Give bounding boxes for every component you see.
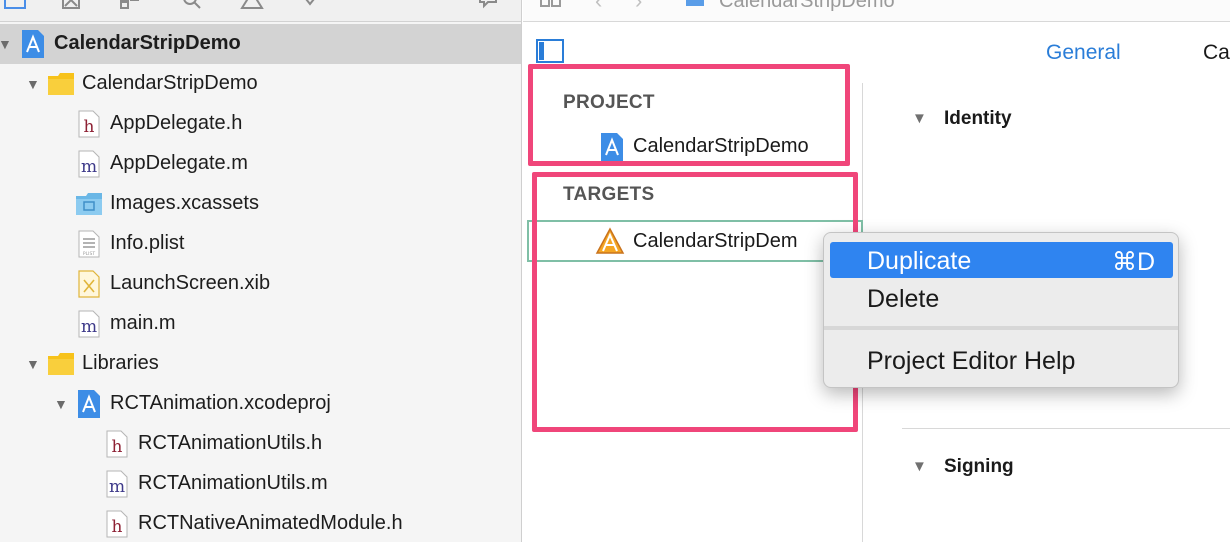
targets-highlight-box [532,172,858,432]
folder-file-icon [48,70,74,98]
navigator-item-label: Info.plist [110,232,185,254]
forward-icon[interactable]: › [635,0,642,14]
tab-capabilities[interactable]: Ca [1203,41,1230,65]
navigator-item-label: AppDelegate.m [110,152,248,174]
navigator-item[interactable]: Images.xcassets [0,184,521,224]
folder-navigator-icon[interactable] [4,0,28,10]
menu-item-duplicate-shortcut: ⌘D [1111,248,1155,276]
navigator-item-label: CalendarStripDemo [54,32,241,54]
navigator-item-label: main.m [110,312,176,334]
svg-text:h: h [112,437,123,457]
navigator-item[interactable]: LaunchScreen.xib [0,264,521,304]
navigator-item[interactable]: h AppDelegate.h [0,104,521,144]
related-items-icon[interactable] [539,0,563,10]
navigator-item[interactable]: ▼ Libraries [0,344,521,384]
issue-navigator-icon[interactable] [240,0,264,10]
navigator-item-label: Libraries [82,352,159,374]
folder-file-icon [48,350,74,378]
navigator-item[interactable]: h RCTNativeAnimatedModule.h [0,504,521,542]
h-file-icon: h [76,110,102,138]
navigator-item[interactable]: m AppDelegate.m [0,144,521,184]
navigator-item[interactable]: ▼ RCTAnimation.xcodeproj [0,384,521,424]
svg-text:m: m [109,477,125,497]
svg-text:h: h [84,117,95,137]
find-navigator-icon[interactable] [180,0,204,10]
identity-disclosure-icon[interactable]: ▼ [912,110,927,127]
navigator-item-label: AppDelegate.h [110,112,243,134]
svg-text:m: m [81,157,97,177]
navigator-item[interactable]: PLIST Info.plist [0,224,521,264]
menu-item-help-label: Project Editor Help [867,347,1076,375]
project-file-icon [76,390,102,418]
navigator-item-label: LaunchScreen.xib [110,272,271,294]
h-file-icon: h [104,510,130,538]
report-navigator-icon[interactable] [476,0,500,10]
m-file-icon: m [76,150,102,178]
plist-file-icon: PLIST [76,230,102,258]
project-file-icon [20,30,46,58]
m-file-icon: m [76,310,102,338]
test-navigator-icon[interactable] [298,0,322,10]
menu-item-duplicate-label: Duplicate [867,247,972,275]
svg-text:m: m [81,317,97,337]
signing-section-header[interactable]: Signing [944,456,1014,478]
menu-item-delete-label: Delete [867,285,940,313]
project-file-icon [686,0,704,6]
m-file-icon: m [104,470,130,498]
jump-bar-path[interactable]: CalendarStripDemo [719,0,895,13]
show-targets-sidebar-icon[interactable] [535,38,565,64]
navigator-item-label: RCTAnimationUtils.h [138,432,323,454]
project-navigator: ▼ CalendarStripDemo ▼ CalendarStripDemo h App… [0,0,522,542]
navigator-item-label: Images.xcassets [110,192,259,214]
menu-separator [824,326,1178,330]
disclosure-triangle-icon[interactable]: ▼ [26,357,40,371]
symbol-navigator-icon[interactable] [118,0,142,10]
navigator-toolbar [0,0,521,22]
source-control-icon[interactable] [60,0,84,10]
disclosure-triangle-icon[interactable]: ▼ [0,37,12,51]
xcode-window: ▼ CalendarStripDemo ▼ CalendarStripDemo h App… [0,0,1230,542]
breakpoint-navigator-icon[interactable] [418,0,442,10]
context-menu: Duplicate ⌘D Delete Project Editor Help [823,232,1179,388]
navigator-item-label: RCTAnimationUtils.m [138,472,328,494]
navigator-item-label: RCTNativeAnimatedModule.h [138,512,403,534]
svg-text:PLIST: PLIST [83,251,95,257]
menu-item-delete[interactable]: Delete [830,280,1173,316]
disclosure-triangle-icon[interactable]: ▼ [54,397,68,411]
disclosure-triangle-icon[interactable]: ▼ [26,77,40,91]
section-divider [902,428,1230,429]
signing-disclosure-icon[interactable]: ▼ [912,458,927,475]
back-icon[interactable]: ‹ [595,0,602,14]
navigator-item[interactable]: ▼ CalendarStripDemo [0,64,521,104]
menu-item-project-editor-help[interactable]: Project Editor Help [830,342,1173,378]
navigator-item[interactable]: m RCTAnimationUtils.m [0,464,521,504]
menu-item-duplicate[interactable]: Duplicate ⌘D [830,242,1173,278]
navigator-item[interactable]: ▼ CalendarStripDemo [0,24,521,64]
h-file-icon: h [104,430,130,458]
navigator-item-label: CalendarStripDemo [82,72,258,94]
identity-section-header[interactable]: Identity [944,108,1012,130]
tab-general[interactable]: General [1046,41,1121,65]
navigator-item[interactable]: m main.m [0,304,521,344]
navigator-item[interactable]: h RCTAnimationUtils.h [0,424,521,464]
svg-text:h: h [112,517,123,537]
xib-file-icon [76,270,102,298]
project-highlight-box [528,64,850,166]
debug-navigator-icon[interactable] [358,0,382,10]
navigator-item-label: RCTAnimation.xcodeproj [110,392,331,414]
xcassets-file-icon [76,190,102,218]
jump-bar: ‹ › CalendarStripDemo [523,0,1230,22]
